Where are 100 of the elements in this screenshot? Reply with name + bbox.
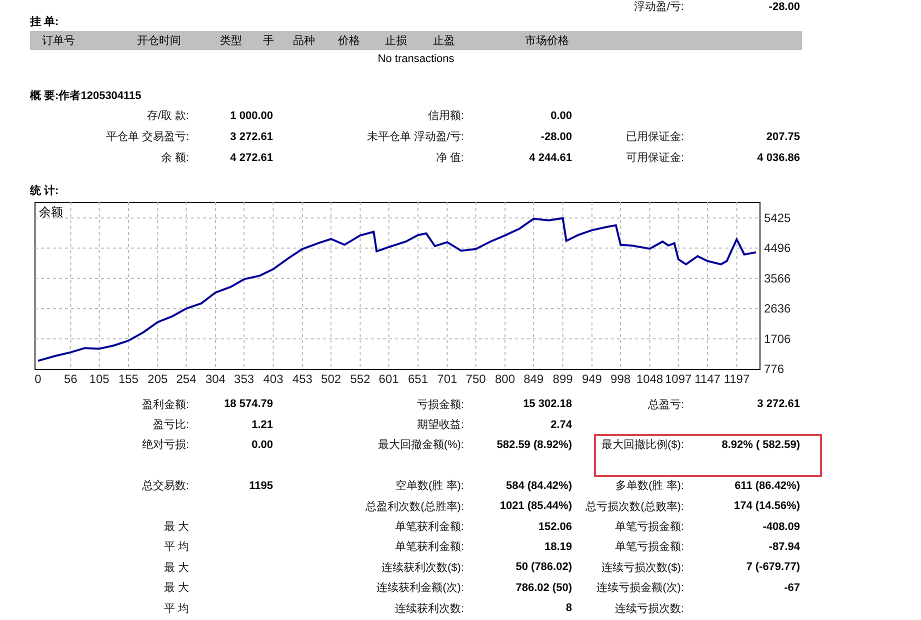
stat-label: 余 额:: [160, 150, 190, 165]
x-tick-label: 899: [552, 372, 573, 386]
stat-value: 2.74: [550, 418, 572, 431]
stat-label: 总亏损次数(总败率):: [584, 500, 685, 514]
stat-value: 8.92% ( 582.59): [720, 438, 800, 451]
stat-value: 4 272.61: [229, 152, 273, 164]
x-tick-label: 998: [610, 372, 631, 386]
stat-label: 多单数(胜 率):: [614, 478, 685, 494]
x-tick-label: 502: [321, 372, 342, 386]
x-tick-label: 949: [582, 372, 602, 386]
x-tick-label: 403: [263, 372, 284, 386]
stat-value: 15 302.18: [522, 398, 572, 410]
stat-value: 611 (86.42%): [734, 480, 800, 492]
stat-value: 8: [564, 602, 572, 614]
y-tick-label: 3566: [764, 271, 791, 286]
stat-value: -87.94: [768, 540, 800, 553]
x-tick-label: 1097: [665, 372, 692, 386]
stat-value: 4 036.86: [756, 152, 800, 164]
column-header: 订单号: [41, 34, 76, 48]
stat-label: 连续获利次数:: [394, 602, 465, 616]
x-tick-label: 552: [350, 372, 370, 386]
column-header: 类型: [220, 34, 243, 48]
y-tick-label: 1706: [764, 332, 791, 346]
stat-value: 1 000.00: [229, 110, 273, 122]
column-header: 止损: [385, 34, 408, 48]
stat-label: 最 大: [162, 581, 190, 596]
stat-label: 单笔获利金额:: [394, 520, 465, 534]
x-tick-label: 1048: [636, 372, 664, 386]
stat-value: 1021 (85.44%): [498, 500, 572, 512]
stat-label: 平 均: [162, 602, 190, 616]
stat-value: 3 272.61: [229, 130, 273, 142]
stat-value: 1195: [248, 480, 273, 492]
x-tick-label: 155: [118, 372, 138, 386]
stat-label: 总盈利次数(总胜率):: [364, 500, 465, 514]
stat-value: 207.75: [765, 130, 800, 142]
x-tick-label: 0: [34, 372, 42, 386]
stat-label: 总交易数:: [140, 478, 190, 494]
chart-title: 余额: [39, 205, 63, 219]
stat-value: 18.19: [543, 540, 572, 553]
stat-label: 总盈亏:: [646, 398, 685, 412]
stat-label: 单笔亏损金额:: [614, 520, 685, 534]
stat-label: 最 大: [162, 560, 190, 575]
stat-value: 50 (786.02): [514, 561, 572, 574]
stat-value: 1.21: [250, 418, 273, 431]
x-tick-label: 205: [148, 372, 168, 386]
stat-value: 4 244.61: [528, 152, 572, 164]
y-tick-label: 4496: [764, 241, 791, 256]
stat-label: 已用保证金:: [624, 130, 685, 144]
y-tick-label: 5425: [764, 211, 791, 225]
stat-value: -28.00: [540, 130, 572, 142]
stat-value: 7 (-679.77): [745, 561, 800, 574]
stat-value: 18 574.79: [223, 398, 273, 410]
stat-label: 最 大: [162, 520, 190, 534]
column-header: 开仓时间: [137, 34, 182, 48]
x-tick-label: 1197: [724, 372, 750, 386]
stat-label: 盈亏比:: [152, 418, 190, 432]
stat-value: -408.09: [762, 520, 800, 533]
stat-label: 最大回撤比例($):: [600, 438, 685, 452]
x-tick-label: 701: [437, 372, 458, 386]
stat-label: 未平仓单 浮动盈/亏:: [366, 130, 465, 144]
stat-label: 连续亏损次数:: [614, 602, 685, 616]
x-tick-label: 56: [64, 372, 78, 386]
empty-message: No transactions: [376, 52, 456, 67]
y-tick-label: 776: [764, 362, 784, 376]
stat-label: 空单数(胜 率):: [394, 478, 465, 494]
x-tick-label: 453: [292, 372, 312, 386]
stat-label: 可用保证金:: [624, 151, 685, 165]
stat-label: 连续亏损金额(次):: [596, 580, 685, 596]
column-header: 价格: [338, 34, 361, 48]
column-header: 手: [263, 34, 275, 48]
stat-value: 0.00: [550, 110, 572, 122]
stat-label: 亏损金额:: [416, 398, 465, 412]
section-title: 统 计:: [30, 184, 60, 199]
x-tick-label: 750: [466, 372, 486, 386]
x-tick-label: 800: [494, 372, 515, 386]
stat-value: 3 272.61: [756, 398, 800, 410]
section-title: 挂 单:: [30, 14, 60, 30]
x-tick-label: 651: [408, 372, 428, 386]
stat-value: 584 (84.42%): [504, 480, 572, 492]
section-title: 概 要:作者1205304115: [30, 88, 142, 104]
stat-value: 582.59 (8.92%): [496, 438, 572, 451]
stat-value: -67: [783, 582, 800, 594]
stat-value: 0.00: [250, 438, 273, 451]
x-tick-label: 353: [234, 372, 254, 386]
stat-label: 单笔获利金额:: [394, 540, 465, 554]
x-tick-label: 1147: [694, 372, 720, 386]
column-header: 止盈: [433, 34, 456, 48]
stat-label: 平仓单 交易盈亏:: [104, 130, 190, 144]
x-tick-label: 849: [524, 372, 544, 386]
stat-value: 174 (14.56%): [732, 500, 800, 512]
x-tick-label: 304: [205, 372, 226, 386]
stat-label: 最大回撤金额(%):: [376, 438, 465, 452]
stat-label: 绝对亏损:: [140, 438, 190, 452]
stat-label: 存/取 款:: [146, 109, 190, 123]
stat-label: 净 值:: [434, 151, 465, 165]
stat-label: 单笔亏损金额:: [614, 540, 685, 554]
stat-label: 盈利金额:: [140, 398, 190, 412]
stat-label: 连续获利金额(次):: [376, 580, 465, 596]
stat-value: 152.06: [537, 520, 572, 533]
stat-label: 期望收益:: [416, 418, 465, 432]
